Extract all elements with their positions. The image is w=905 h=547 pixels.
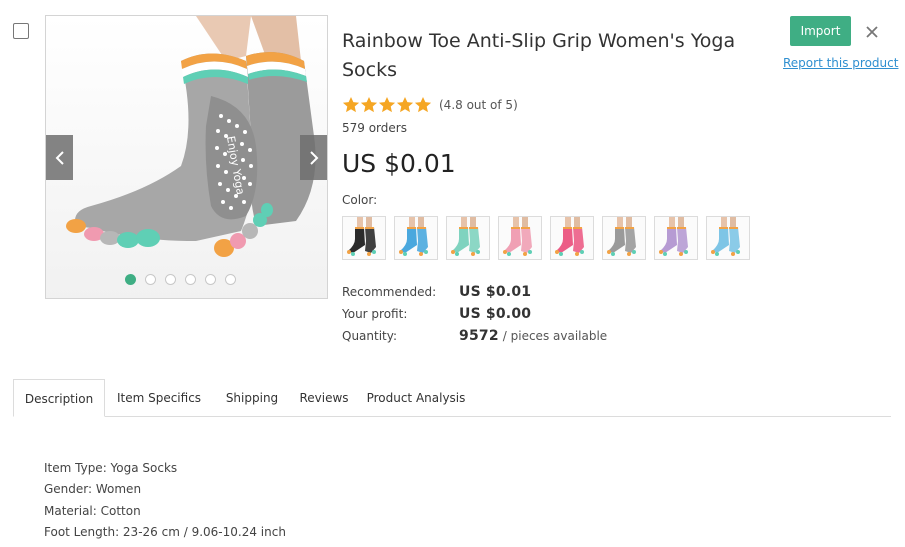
tab-reviews[interactable]: Reviews (293, 379, 355, 417)
recommended-value: US $0.01 (459, 284, 532, 300)
orders-count: 579 orders (342, 121, 407, 135)
star-icon (360, 96, 378, 113)
gallery-dot[interactable] (126, 275, 135, 284)
pricing-info: Recommended: US $0.01 Your profit: US $0… (342, 284, 607, 350)
quantity-suffix: / pieces available (502, 329, 608, 343)
color-swatches (342, 216, 750, 260)
chevron-right-icon (309, 150, 318, 165)
product-price: US $0.01 (342, 149, 456, 178)
sock-thumbnail-image (555, 217, 584, 256)
sock-thumbnail-image (711, 217, 740, 256)
tab-description[interactable]: Description (13, 379, 105, 417)
chevron-left-icon (55, 150, 64, 165)
close-icon (866, 26, 878, 38)
gallery-dot[interactable] (186, 275, 195, 284)
tab-shipping[interactable]: Shipping (213, 379, 291, 417)
profit-label: Your profit: (342, 307, 408, 321)
star-icon (414, 96, 432, 113)
import-button[interactable]: Import (790, 16, 851, 46)
gallery-dot[interactable] (146, 275, 155, 284)
color-swatch-pink[interactable] (498, 216, 542, 260)
gallery-dot[interactable] (226, 275, 235, 284)
sock-thumbnail-image (607, 217, 636, 256)
description-line: Foot Length: 23-26 cm / 9.06-10.24 inch (44, 524, 286, 539)
quantity-value: 9572 (459, 328, 499, 344)
color-swatch-purple[interactable] (654, 216, 698, 260)
select-product-checkbox[interactable] (13, 23, 29, 39)
color-swatch-light-blue[interactable] (706, 216, 750, 260)
recommended-row: Recommended: US $0.01 (342, 284, 607, 306)
color-swatch-rose[interactable] (550, 216, 594, 260)
profit-row: Your profit: US $0.00 (342, 306, 607, 328)
color-swatch-blue[interactable] (394, 216, 438, 260)
quantity-label: Quantity: (342, 329, 398, 343)
color-swatch-gray[interactable] (602, 216, 646, 260)
description-content: Item Type: Yoga Socks Gender: Women Materi… (44, 458, 286, 543)
description-line: Material: Cotton (44, 503, 141, 518)
rating-text: (4.8 out of 5) (439, 97, 518, 112)
quantity-row: Quantity: 9572 / pieces available (342, 328, 607, 350)
tab-item-specifics[interactable]: Item Specifics (107, 379, 211, 417)
color-swatch-mint[interactable] (446, 216, 490, 260)
description-line: Gender: Women (44, 482, 142, 497)
sock-thumbnail-image (451, 217, 480, 256)
tab-product-analysis[interactable]: Product Analysis (357, 379, 475, 417)
star-icon (378, 96, 396, 113)
product-tabs: Description Item Specifics Shipping Reviews… (13, 379, 891, 417)
description-line: Item Type: Yoga Socks (44, 461, 178, 475)
gallery-dot[interactable] (206, 275, 215, 284)
product-title: Rainbow Toe Anti-Slip Grip Women's Yoga … (342, 30, 736, 81)
star-icon (396, 96, 414, 113)
profit-value: US $0.00 (459, 306, 532, 322)
gallery-pagination (126, 275, 235, 284)
color-label: Color: (342, 193, 378, 207)
product-rating: (4.8 out of 5) (342, 96, 518, 113)
star-rating (342, 96, 432, 113)
product-image-gallery: Enjoy Yoga (45, 15, 328, 299)
sock-thumbnail-image (659, 217, 688, 256)
product-image: Enjoy Yoga (46, 16, 327, 298)
report-product-link[interactable]: Report this product (783, 56, 898, 70)
sock-thumbnail-image (503, 217, 532, 256)
sock-thumbnail-image (399, 217, 428, 256)
color-swatch-black[interactable] (342, 216, 386, 260)
sock-thumbnail-image (347, 217, 376, 256)
star-icon (342, 96, 360, 113)
recommended-label: Recommended: (342, 285, 437, 299)
gallery-next-button[interactable] (300, 135, 327, 180)
gallery-dot[interactable] (166, 275, 175, 284)
gallery-prev-button[interactable] (46, 135, 73, 180)
close-button[interactable] (862, 22, 882, 42)
